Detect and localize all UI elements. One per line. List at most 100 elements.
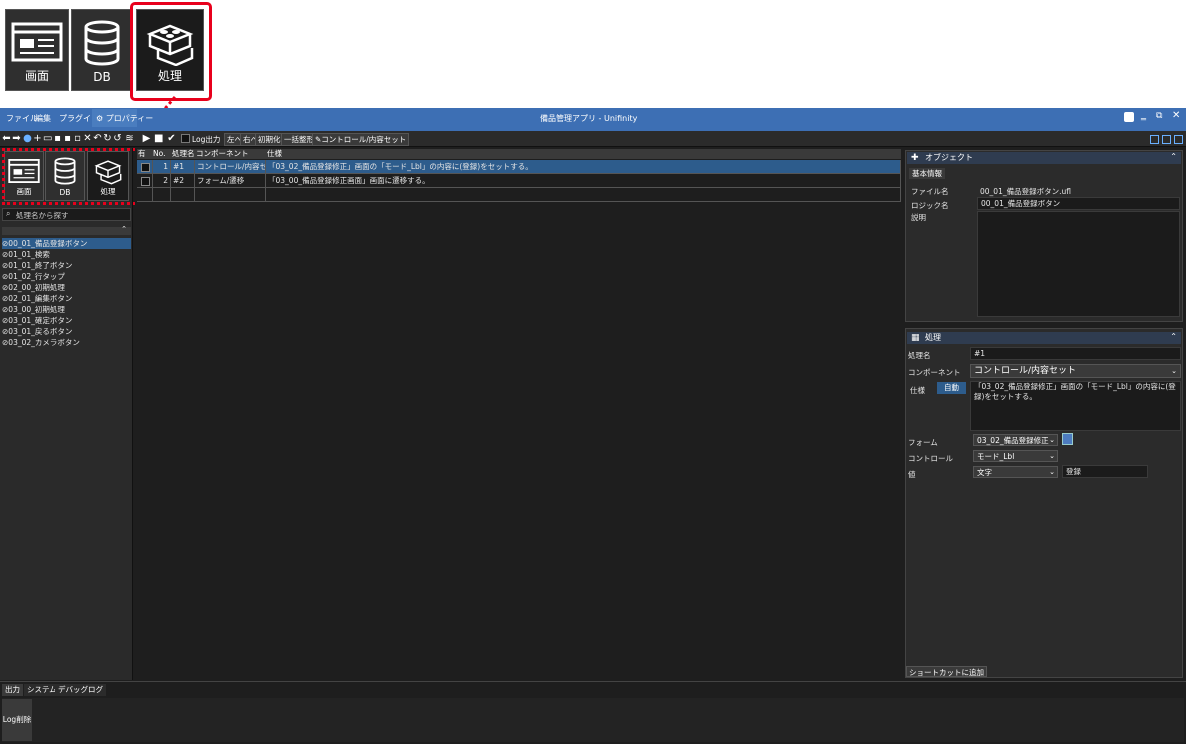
component-cell xyxy=(195,188,266,202)
export-icon[interactable]: ▫ xyxy=(73,133,82,144)
layout2-icon[interactable] xyxy=(1162,135,1171,144)
name-cell: #2 xyxy=(171,174,195,188)
form-label: フォーム xyxy=(908,438,938,447)
menu-edit[interactable]: 編集 xyxy=(35,113,51,124)
refresh-icon[interactable]: ↺ xyxy=(113,133,122,144)
blocks-icon xyxy=(146,24,194,66)
search-icon: ⌕ xyxy=(6,209,11,218)
save-icon[interactable]: ▪ xyxy=(53,133,62,144)
no-cell: 2 xyxy=(153,174,171,188)
object-panel-title: オブジェクト xyxy=(925,153,973,162)
tree-item[interactable]: ⊘01_02_行タップ xyxy=(2,271,131,282)
collapse-icon[interactable]: ⌃ xyxy=(121,225,127,233)
tree-item[interactable]: ⊘02_00_初期処理 xyxy=(2,282,131,293)
search-input[interactable]: 処理名から探す xyxy=(16,210,69,221)
add-icon[interactable]: + xyxy=(33,133,42,144)
delete-icon[interactable]: ✕ xyxy=(83,133,92,144)
layout3-icon[interactable] xyxy=(1174,135,1183,144)
check-icon[interactable]: ✔ xyxy=(167,133,176,144)
save-all-icon[interactable]: ▪ xyxy=(63,133,72,144)
stop-icon[interactable]: ■ xyxy=(154,133,163,144)
form-select[interactable]: 03_02_備品登録修正 ⌄ xyxy=(973,434,1058,446)
tree-item-label: 03_01_戻るボタン xyxy=(8,327,73,336)
tree-item-label: 01_01_検索 xyxy=(8,250,50,259)
process-collapse-icon[interactable]: ⌃ xyxy=(1170,331,1177,343)
undo-icon[interactable]: ↶ xyxy=(93,133,102,144)
table-icon: ▦ xyxy=(911,333,920,343)
process-panel-header: ▦ 処理 ⌃ xyxy=(907,332,1181,344)
play-icon[interactable]: ▶ xyxy=(142,133,151,144)
value-type-value: 文字 xyxy=(977,468,992,477)
screen-icon xyxy=(11,22,63,62)
tree-item-label: 03_00_初期処理 xyxy=(8,305,65,314)
proc-name-field[interactable]: #1 xyxy=(970,347,1181,360)
tree-item[interactable]: ⊘03_01_確定ボタン xyxy=(2,315,131,326)
tree-item[interactable]: ⊘03_01_戻るボタン xyxy=(2,326,131,337)
log-output-checkbox[interactable] xyxy=(181,134,190,143)
minimize-icon[interactable]: ‗ xyxy=(1141,110,1146,121)
forward-icon[interactable]: ➡ xyxy=(12,133,21,144)
no-cell xyxy=(153,188,171,202)
basic-info-tab[interactable]: 基本情報 xyxy=(909,168,945,179)
search-box[interactable]: ⌕ 処理名から探す xyxy=(2,208,131,221)
auto-button[interactable]: 自動 xyxy=(937,382,966,394)
init-button[interactable]: 初期化 xyxy=(255,133,284,146)
folder-icon[interactable]: ▭ xyxy=(43,133,52,144)
callout-db-tile: DB xyxy=(71,9,133,91)
chevron-down-icon: ⌄ xyxy=(1049,468,1055,476)
valid-checkbox[interactable] xyxy=(141,163,150,172)
window-title: 備品管理アプリ - Unifinity xyxy=(540,114,638,123)
callout-process-tile: 処理 xyxy=(136,9,204,91)
spec-field[interactable]: 「03_02_備品登録修正」画面の「モード_Lbl」の内容に(登録)をセットする… xyxy=(970,381,1181,431)
tab-debug-log[interactable]: デバッグログ xyxy=(55,684,106,696)
logic-name-label: ロジック名 xyxy=(911,201,949,210)
menu-property[interactable]: ⚙ プロパティー xyxy=(96,113,153,124)
add-shortcut-button[interactable]: ショートカットに追加 xyxy=(906,666,987,677)
log-clear-button[interactable]: Log削除 xyxy=(2,699,32,741)
value-field[interactable]: 登録 xyxy=(1062,465,1148,478)
redo-icon[interactable]: ↻ xyxy=(103,133,112,144)
object-collapse-icon[interactable]: ⌃ xyxy=(1170,151,1177,163)
tree-item-label: 03_02_カメラボタン xyxy=(8,338,80,347)
control-set-button[interactable]: ✎コントロール/内容セット xyxy=(312,133,410,146)
tree-item[interactable]: ⊘02_01_編集ボタン xyxy=(2,293,131,304)
chevron-down-icon: ⌄ xyxy=(1049,452,1055,460)
restore-icon[interactable]: ⧉ xyxy=(1156,111,1162,121)
layout1-icon[interactable] xyxy=(1150,135,1159,144)
tree-collapse-bar[interactable]: ⌃ xyxy=(2,225,131,235)
puzzle-icon: ✚ xyxy=(911,153,919,163)
component-label: コンポーネント xyxy=(908,368,961,377)
tree-item[interactable]: ⊘03_02_カメラボタン xyxy=(2,337,131,348)
tree-item-label: 01_02_行タップ xyxy=(8,272,65,281)
control-label: コントロール xyxy=(908,454,953,463)
tab-output[interactable]: 出力 xyxy=(2,684,23,696)
menu-file[interactable]: ファイル xyxy=(6,113,38,124)
toolbar xyxy=(0,131,1186,147)
header-name: 処理名 xyxy=(172,149,195,158)
header-valid: 有効 xyxy=(138,149,146,158)
tree-item-label: 03_01_確定ボタン xyxy=(8,316,73,325)
control-select[interactable]: モード_Lbl ⌄ xyxy=(973,450,1058,462)
spec-cell xyxy=(266,188,901,202)
name-cell: #1 xyxy=(171,160,195,174)
tree-item[interactable]: ⊘01_01_終了ボタン xyxy=(2,260,131,271)
valid-cell xyxy=(137,174,153,188)
valid-checkbox[interactable] xyxy=(141,177,150,186)
value-type-select[interactable]: 文字 ⌄ xyxy=(973,466,1058,478)
logic-name-field[interactable]: 00_01_備品登録ボタン xyxy=(977,197,1180,210)
back-icon[interactable]: ⬅ xyxy=(2,133,11,144)
form-save-icon[interactable] xyxy=(1062,433,1073,445)
tree-item[interactable]: ⊘00_01_備品登録ボタン xyxy=(2,238,131,249)
component-select[interactable]: コントロール/内容セット ⌄ xyxy=(970,364,1181,378)
link-icon[interactable]: ● xyxy=(23,133,32,144)
description-field[interactable] xyxy=(977,211,1180,317)
header-no: No. xyxy=(153,149,166,158)
tree-item[interactable]: ⊘03_00_初期処理 xyxy=(2,304,131,315)
tree-item[interactable]: ⊘01_01_検索 xyxy=(2,249,131,260)
chevron-down-icon: ⌄ xyxy=(1171,367,1177,375)
wifi-icon[interactable]: ≋ xyxy=(125,133,134,144)
close-icon[interactable]: ✕ xyxy=(1172,110,1180,121)
tree-item-label: 00_01_備品登録ボタン xyxy=(8,239,88,248)
user-icon[interactable] xyxy=(1124,112,1134,122)
component-cell: コントロール/内容セット xyxy=(195,160,266,174)
